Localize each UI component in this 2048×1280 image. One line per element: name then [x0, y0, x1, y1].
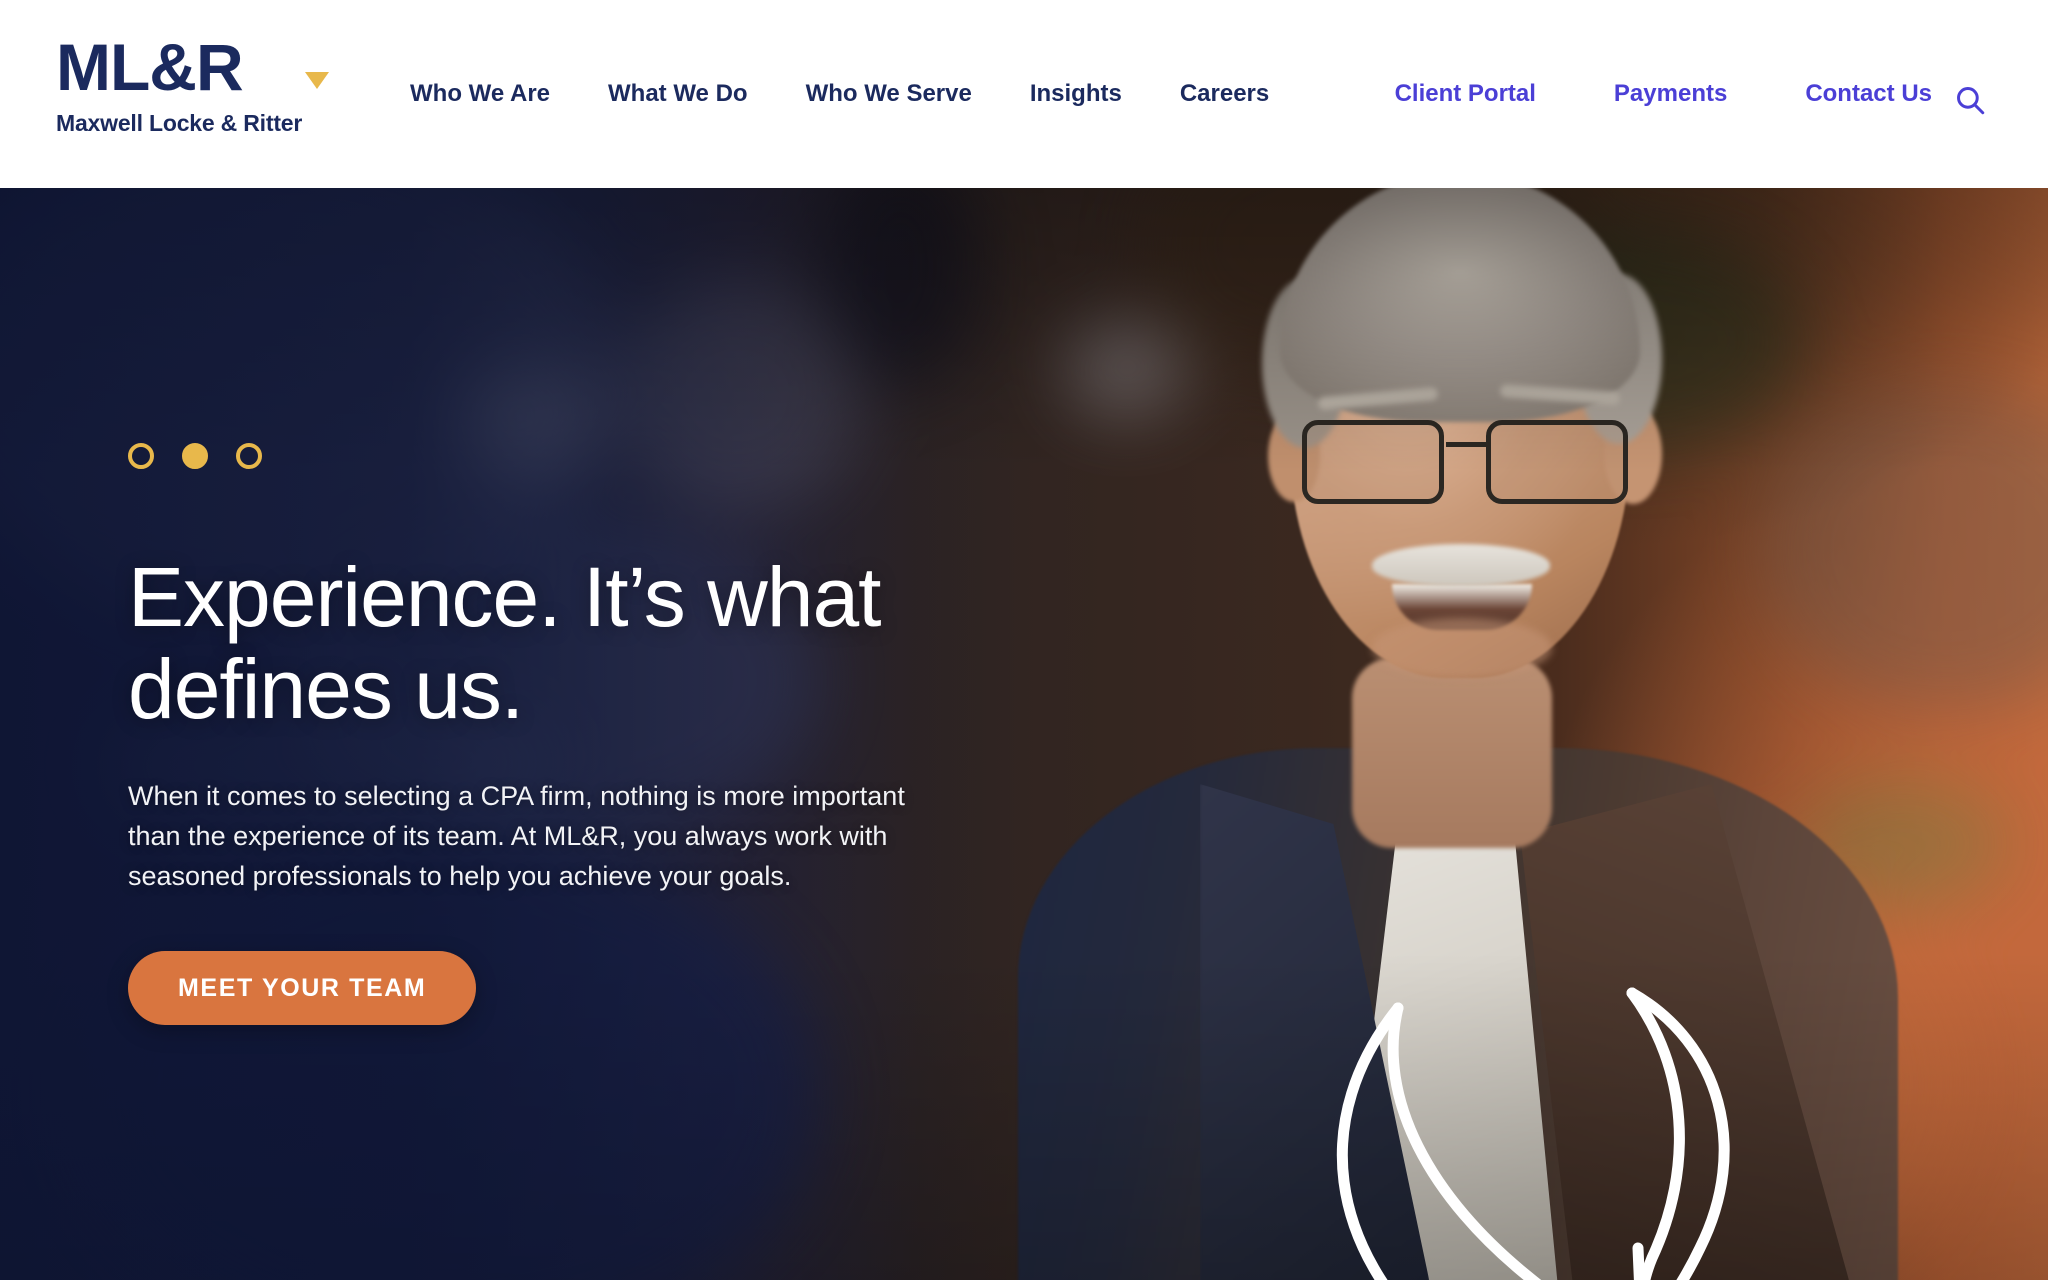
nav-item-payments[interactable]: Payments [1614, 80, 1727, 108]
primary-navigation: Who We Are What We Do Who We Serve Insig… [410, 0, 1269, 188]
search-icon [1957, 87, 1985, 115]
site-header: ML&R Maxwell Locke & Ritter Who We Are W… [0, 0, 2048, 188]
nav-item-who-we-serve[interactable]: Who We Serve [806, 80, 972, 108]
nav-item-contact-us[interactable]: Contact Us [1805, 80, 1932, 108]
nav-item-insights[interactable]: Insights [1030, 80, 1122, 108]
hero-headline: Experience. It’s what defines us. [128, 549, 882, 737]
nav-item-what-we-do[interactable]: What We Do [608, 80, 748, 108]
carousel-dot-1[interactable] [128, 442, 154, 469]
carousel-dot-2[interactable] [182, 442, 208, 469]
search-button[interactable] [1948, 78, 1992, 122]
logo-wordmark: ML&R [56, 34, 329, 102]
logo-gold-triangle-icon [305, 72, 329, 89]
meet-your-team-button[interactable]: MEET YOUR TEAM [128, 951, 477, 1026]
carousel-dots [128, 442, 1048, 469]
logo-wordmark-text: ML&R [56, 30, 244, 104]
nav-item-careers[interactable]: Careers [1180, 80, 1269, 108]
site-logo[interactable]: ML&R Maxwell Locke & Ritter [56, 34, 329, 137]
logo-subtitle: Maxwell Locke & Ritter [56, 110, 303, 136]
hero-section: Experience. It’s what defines us. When i… [0, 188, 2048, 1280]
carousel-dot-3[interactable] [236, 442, 262, 469]
hero-content: Experience. It’s what defines us. When i… [128, 188, 1048, 1280]
nav-item-client-portal[interactable]: Client Portal [1395, 80, 1536, 108]
hero-description: When it comes to selecting a CPA firm, n… [128, 781, 905, 892]
nav-item-who-we-are[interactable]: Who We Are [410, 80, 550, 108]
utility-navigation: Client Portal Payments Contact Us [1395, 0, 1932, 188]
